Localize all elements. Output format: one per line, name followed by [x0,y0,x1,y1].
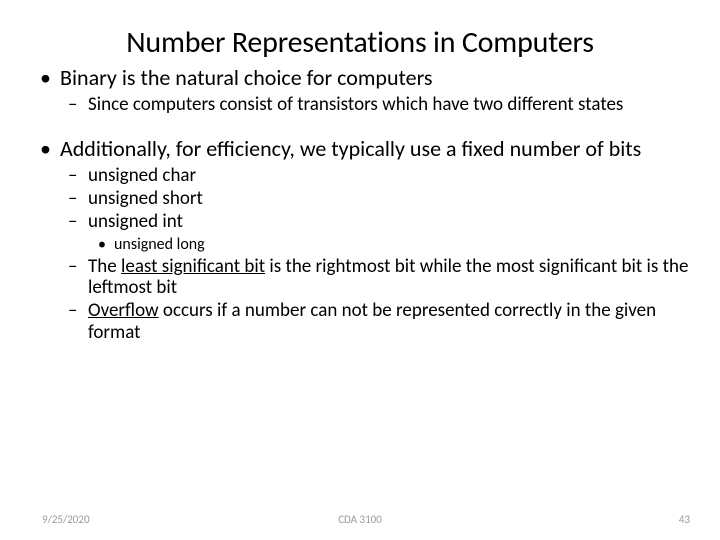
bullet-fixed-bits: Additionally, for efficiency, we typical… [34,137,692,343]
bullet-text-pre: The [88,255,121,278]
bullet-list-l2: unsigned char unsigned short unsigned in… [60,165,692,343]
footer-page-number: 43 [679,513,690,526]
bullet-text: Additionally, for efficiency, we typical… [60,135,641,162]
bullet-lsb: The least significant bit is the rightmo… [60,256,692,299]
bullet-text: Since computers consist of transistors w… [88,93,623,116]
bullet-list-l3: unsigned long [88,236,692,254]
bullet-text-underlined: least significant bit [121,255,265,278]
bullet-ulong: unsigned long [88,236,692,254]
bullet-overflow: Overflow occurs if a number can not be r… [60,300,692,343]
bullet-list-l1: Binary is the natural choice for compute… [34,66,692,343]
bullet-transistors: Since computers consist of transistors w… [60,94,692,115]
footer-center: CDA 3100 [0,513,720,526]
bullet-text: unsigned int [88,210,183,233]
bullet-text-post: occurs if a number can not be represente… [88,299,656,343]
bullet-text: unsigned char [88,164,196,187]
bullet-binary: Binary is the natural choice for compute… [34,66,692,115]
bullet-uint: unsigned int unsigned long [60,211,692,254]
slide-title: Number Representations in Computers [0,24,720,61]
bullet-text: unsigned long [114,235,205,254]
bullet-ushort: unsigned short [60,188,692,209]
bullet-text-underlined: Overflow [88,299,159,322]
bullet-text: Binary is the natural choice for compute… [60,64,433,91]
bullet-uchar: unsigned char [60,165,692,186]
slide: Number Representations in Computers Bina… [0,0,720,540]
bullet-list-l2: Since computers consist of transistors w… [60,94,692,115]
bullet-text: unsigned short [88,187,203,210]
slide-body: Binary is the natural choice for compute… [34,66,692,343]
